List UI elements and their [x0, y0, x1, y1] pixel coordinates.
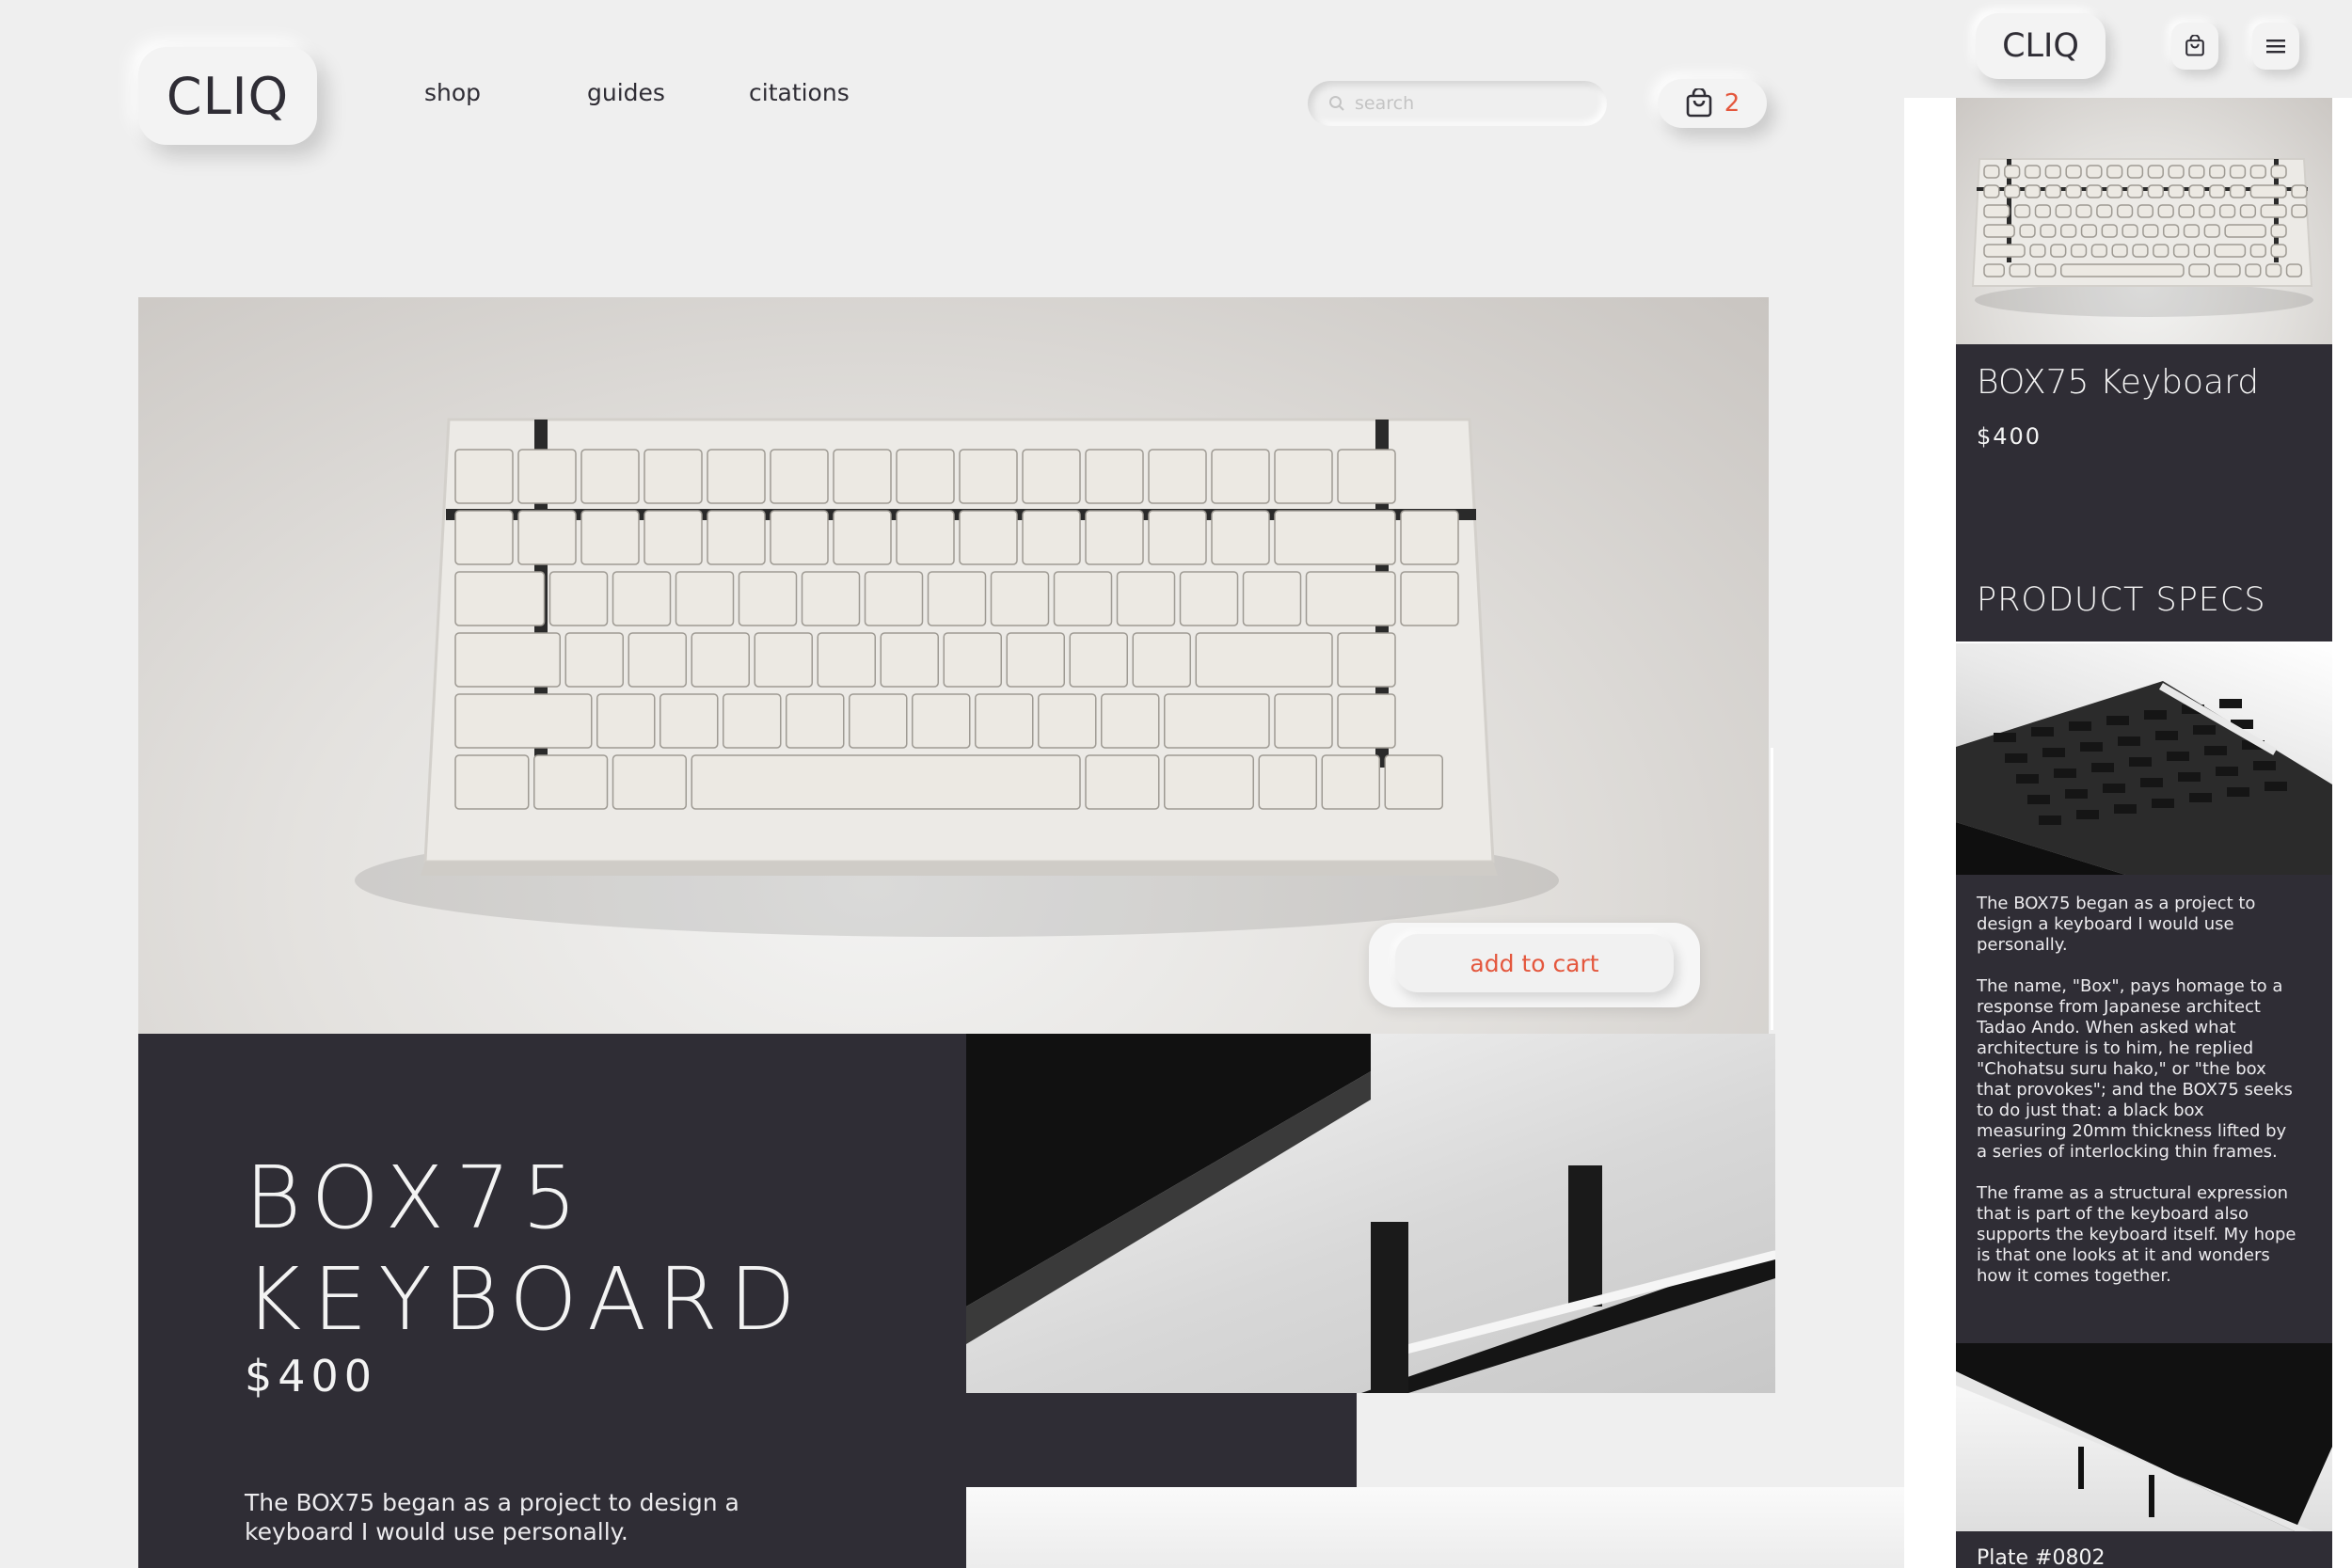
mobile-plate-label: Plate #0802 — [1977, 1546, 2106, 1568]
mobile-product-title: BOX75 Keyboard — [1977, 363, 2260, 402]
mobile-product-price: $400 — [1977, 423, 2042, 450]
nav-link-guides[interactable]: guides — [587, 79, 665, 106]
search-input[interactable] — [1355, 93, 1581, 114]
desktop-view: CLIQ shop guides citations 2 add to ca — [0, 0, 1904, 1568]
add-to-cart-button[interactable]: add to cart — [1395, 934, 1674, 992]
mobile-specs-heading: PRODUCT SPECS — [1977, 581, 2266, 619]
nav-link-citations[interactable]: citations — [749, 79, 850, 106]
nav-link-shop[interactable]: shop — [424, 79, 481, 106]
mobile-frame-photo — [1956, 1343, 2332, 1531]
frame-detail-photo — [966, 1034, 1775, 1393]
add-to-cart-container: add to cart — [1369, 923, 1700, 1007]
shopping-bag-icon — [2185, 35, 2204, 56]
hamburger-menu-icon — [2266, 40, 2285, 54]
mobile-cart-button[interactable] — [2171, 23, 2218, 70]
cart-count-badge: 2 — [1724, 89, 1740, 118]
mobile-spec-paragraph-2: The name, "Box", pays homage to a respon… — [1977, 976, 2293, 1162]
product-price: $400 — [245, 1351, 378, 1402]
mobile-case-photo — [1956, 643, 2332, 875]
logo[interactable]: CLIQ — [138, 47, 317, 145]
product-description: The BOX75 began as a project to design a… — [245, 1489, 739, 1545]
search-icon — [1329, 96, 1344, 111]
detail-photo-bottom — [966, 1487, 1904, 1568]
mobile-view: CLIQ — [1904, 0, 2352, 1568]
mobile-spec-paragraph-1: The BOX75 began as a project to design a… — [1977, 894, 2256, 955]
dark-panel-extension — [966, 1393, 1357, 1487]
product-title-line2: KEYBOARD — [245, 1249, 807, 1350]
mobile-logo[interactable]: CLIQ — [1976, 13, 2106, 79]
mobile-margin — [1904, 98, 1956, 1568]
mobile-hero-image — [1956, 98, 2332, 344]
search-bar[interactable] — [1308, 81, 1607, 126]
product-title-line1: BOX75 — [245, 1148, 589, 1248]
mobile-menu-button[interactable] — [2252, 23, 2299, 70]
product-title: BOX75 KEYBOARD — [245, 1148, 922, 1351]
divider-line — [1771, 748, 1773, 1030]
mobile-spec-paragraph-3: The frame as a structural expression tha… — [1977, 1183, 2296, 1286]
shopping-bag-icon — [1686, 88, 1712, 118]
cart-button[interactable]: 2 — [1658, 79, 1767, 128]
